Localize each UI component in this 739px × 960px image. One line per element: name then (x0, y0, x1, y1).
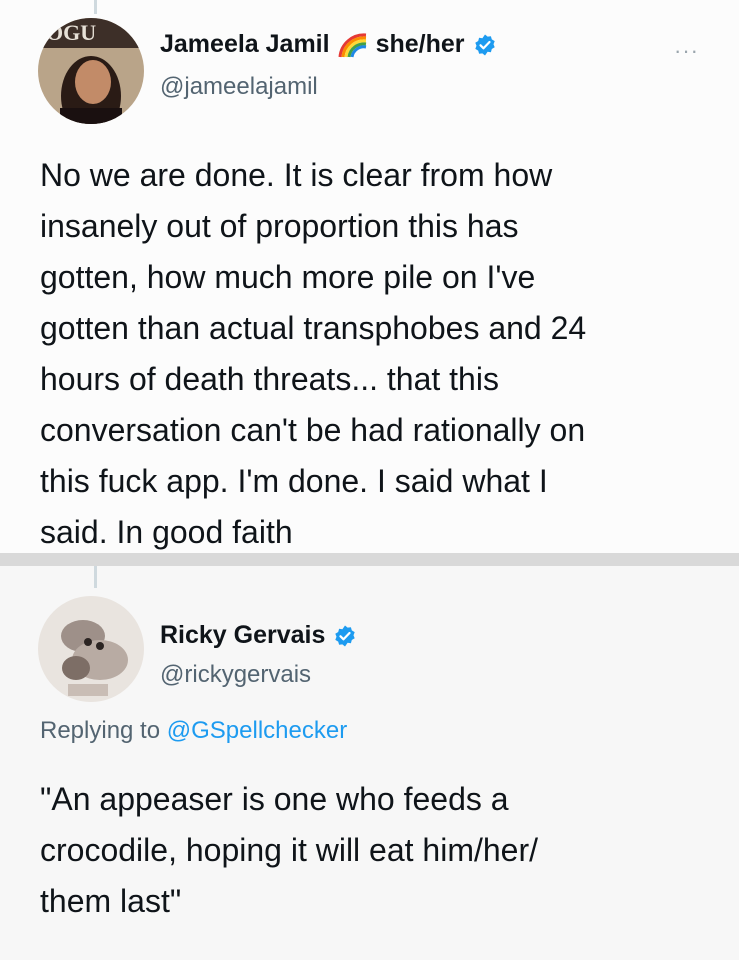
tweet-text: "An appeaser is one who feeds a crocodil… (40, 781, 539, 919)
avatar[interactable]: OGU (38, 18, 144, 124)
author-name-row: Ricky Gervais (160, 621, 357, 650)
verified-badge-icon (473, 33, 497, 57)
rainbow-icon (338, 31, 368, 59)
tweet-jameela: OGU Jameela Jamil she/her @jameelajamil … (0, 0, 739, 553)
thread-line (94, 0, 97, 14)
display-name[interactable]: Ricky Gervais (160, 621, 325, 650)
display-name[interactable]: Jameela Jamil (160, 30, 330, 59)
handle[interactable]: @jameelajamil (160, 73, 318, 101)
verified-badge-icon (333, 624, 357, 648)
author-name-row: Jameela Jamil she/her (160, 30, 497, 59)
replying-prefix: Replying to (40, 717, 167, 744)
replying-to: Replying to @GSpellchecker (40, 717, 347, 745)
replying-mention-link[interactable]: @GSpellchecker (167, 717, 347, 744)
thread-line (94, 566, 97, 588)
avatar[interactable] (38, 596, 144, 702)
tweet-text: No we are done. It is clear from how ins… (40, 157, 587, 550)
handle[interactable]: @rickygervais (160, 661, 311, 689)
svg-text:OGU: OGU (46, 20, 96, 45)
more-options-icon[interactable]: ··· (674, 38, 699, 64)
pronouns: she/her (375, 30, 465, 58)
